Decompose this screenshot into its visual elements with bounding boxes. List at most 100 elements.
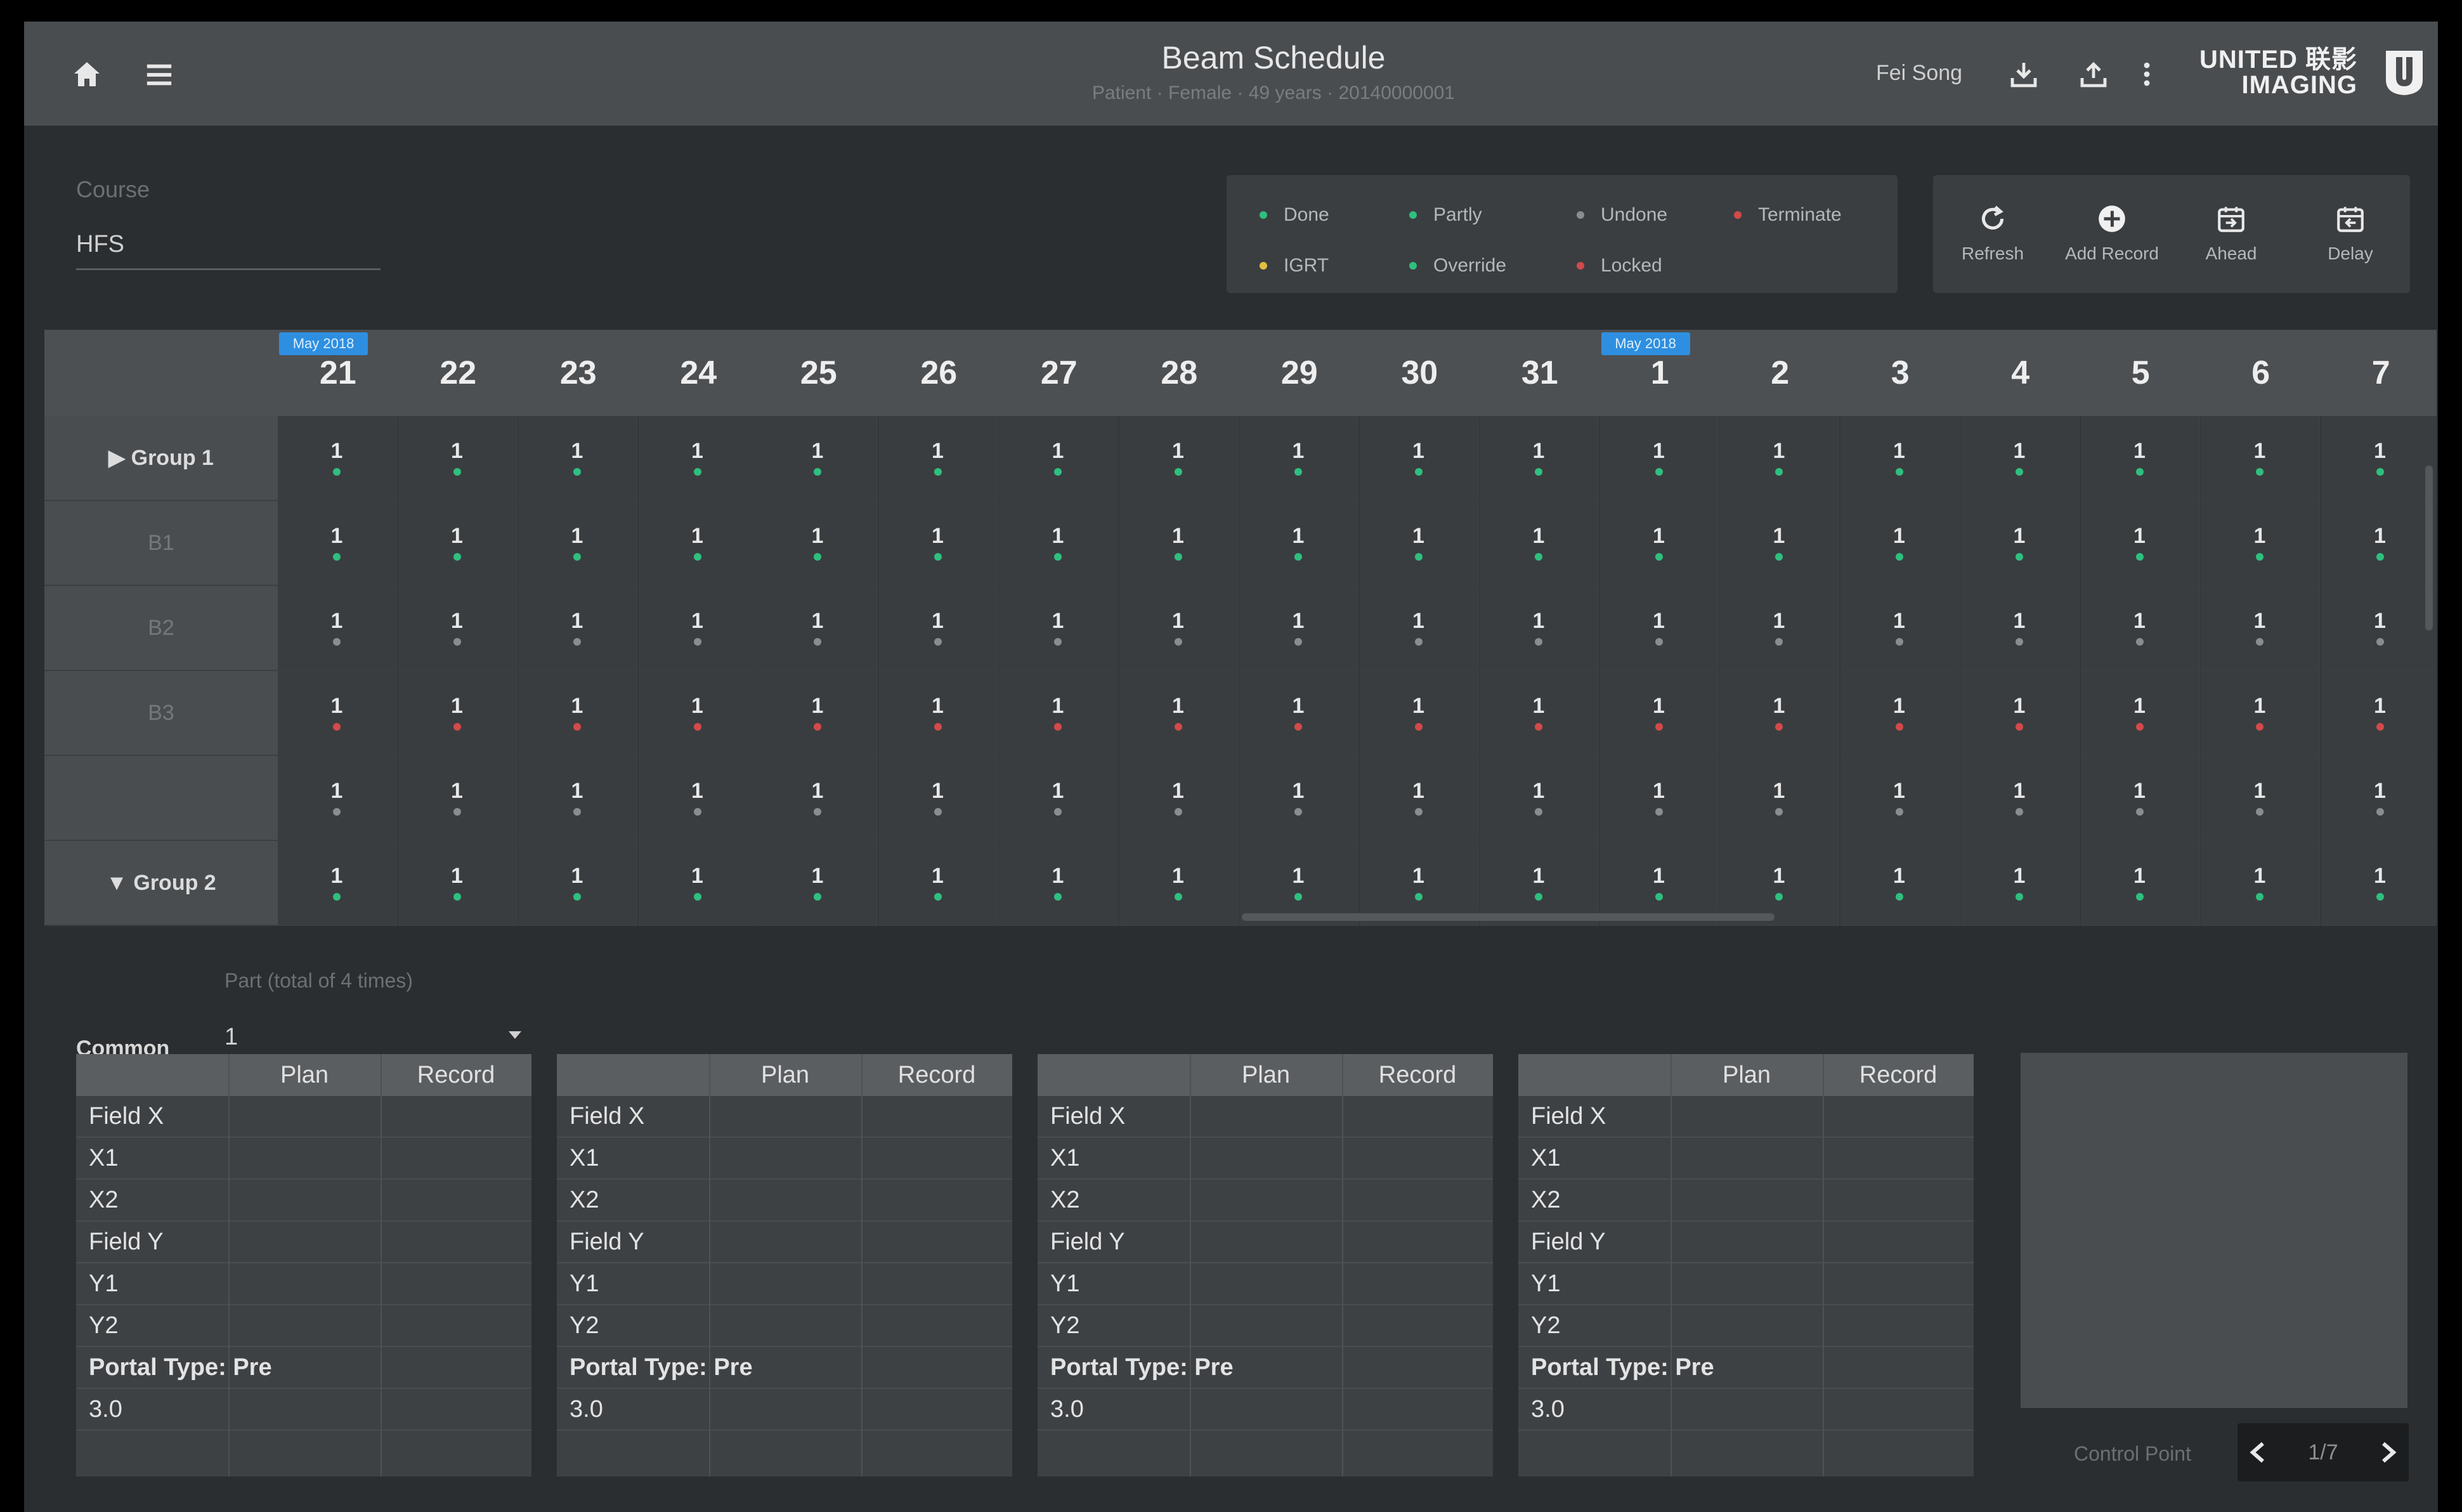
schedule-cell[interactable]: 1: [518, 671, 637, 756]
schedule-cell[interactable]: 1: [999, 586, 1118, 671]
schedule-cell[interactable]: 1: [1840, 501, 1960, 586]
schedule-cell[interactable]: 1: [638, 501, 758, 586]
schedule-cell[interactable]: 1: [2321, 756, 2437, 841]
schedule-cell[interactable]: 1: [878, 586, 998, 671]
schedule-cell[interactable]: 1: [878, 841, 998, 926]
schedule-cell[interactable]: 1: [759, 586, 878, 671]
schedule-cell[interactable]: 1: [2201, 756, 2320, 841]
schedule-cell[interactable]: 1: [1840, 586, 1960, 671]
schedule-cell[interactable]: 1: [2201, 416, 2320, 501]
schedule-cell[interactable]: 1: [878, 501, 998, 586]
ahead-button[interactable]: Ahead: [2172, 175, 2291, 293]
add-record-button[interactable]: Add Record: [2052, 175, 2172, 293]
schedule-cell[interactable]: 1: [2321, 841, 2437, 926]
row-header[interactable]: B1: [44, 501, 278, 586]
common-select[interactable]: 1: [225, 1015, 529, 1059]
schedule-cell[interactable]: 1: [2321, 586, 2437, 671]
schedule-cell[interactable]: 1: [878, 756, 998, 841]
schedule-cell[interactable]: 1: [1960, 416, 2080, 501]
schedule-cell[interactable]: 1: [1720, 501, 1839, 586]
schedule-cell[interactable]: 1: [1119, 756, 1239, 841]
schedule-cell[interactable]: 1: [1119, 416, 1239, 501]
schedule-cell[interactable]: 1: [1239, 586, 1358, 671]
schedule-cell[interactable]: 1: [398, 501, 518, 586]
schedule-cell[interactable]: 1: [759, 416, 878, 501]
schedule-cell[interactable]: 1: [1480, 501, 1599, 586]
schedule-cell[interactable]: 1: [1480, 756, 1599, 841]
schedule-cell[interactable]: 1: [398, 671, 518, 756]
schedule-cell[interactable]: 1: [1960, 841, 2080, 926]
schedule-cell[interactable]: 1: [1720, 586, 1839, 671]
schedule-cell[interactable]: 1: [999, 501, 1118, 586]
schedule-cell[interactable]: 1: [2321, 416, 2437, 501]
schedule-cell[interactable]: 1: [1359, 586, 1479, 671]
schedule-cell[interactable]: 1: [278, 586, 397, 671]
schedule-cell[interactable]: 1: [1239, 416, 1358, 501]
delay-button[interactable]: Delay: [2291, 175, 2410, 293]
schedule-cell[interactable]: 1: [1480, 416, 1599, 501]
schedule-cell[interactable]: 1: [1960, 586, 2080, 671]
schedule-cell[interactable]: 1: [2201, 841, 2320, 926]
home-icon[interactable]: [65, 52, 109, 96]
schedule-cell[interactable]: 1: [1840, 756, 1960, 841]
schedule-cell[interactable]: 1: [2321, 671, 2437, 756]
schedule-cell[interactable]: 1: [1599, 586, 1719, 671]
schedule-cell[interactable]: 1: [2080, 756, 2200, 841]
schedule-cell[interactable]: 1: [1239, 671, 1358, 756]
schedule-cell[interactable]: 1: [1359, 416, 1479, 501]
schedule-cell[interactable]: 1: [1480, 586, 1599, 671]
schedule-cell[interactable]: 1: [999, 671, 1118, 756]
schedule-cell[interactable]: 1: [999, 416, 1118, 501]
schedule-cell[interactable]: 1: [2201, 501, 2320, 586]
schedule-cell[interactable]: 1: [1960, 756, 2080, 841]
schedule-cell[interactable]: 1: [1599, 756, 1719, 841]
schedule-cell[interactable]: 1: [2080, 416, 2200, 501]
schedule-cell[interactable]: 1: [759, 841, 878, 926]
schedule-cell[interactable]: 1: [1720, 416, 1839, 501]
schedule-cell[interactable]: 1: [638, 756, 758, 841]
schedule-cell[interactable]: 1: [1599, 416, 1719, 501]
schedule-cell[interactable]: 1: [759, 501, 878, 586]
row-header[interactable]: ▶ Group 1: [44, 416, 278, 501]
schedule-cell[interactable]: 1: [1960, 501, 2080, 586]
schedule-cell[interactable]: 1: [518, 416, 637, 501]
row-header[interactable]: B2: [44, 586, 278, 671]
row-header[interactable]: ▼ Group 2: [44, 841, 278, 926]
schedule-cell[interactable]: 1: [398, 841, 518, 926]
schedule-cell[interactable]: 1: [278, 841, 397, 926]
row-header[interactable]: [44, 756, 278, 841]
schedule-cell[interactable]: 1: [518, 501, 637, 586]
schedule-cell[interactable]: 1: [1119, 501, 1239, 586]
schedule-cell[interactable]: 1: [638, 671, 758, 756]
download-icon[interactable]: [2002, 52, 2046, 96]
schedule-cell[interactable]: 1: [878, 671, 998, 756]
schedule-cell[interactable]: 1: [999, 756, 1118, 841]
schedule-cell[interactable]: 1: [1599, 501, 1719, 586]
schedule-cell[interactable]: 1: [1359, 671, 1479, 756]
schedule-cell[interactable]: 1: [2321, 501, 2437, 586]
schedule-cell[interactable]: 1: [2080, 841, 2200, 926]
schedule-cell[interactable]: 1: [1480, 671, 1599, 756]
schedule-cell[interactable]: 1: [1840, 841, 1960, 926]
schedule-cell[interactable]: 1: [638, 841, 758, 926]
schedule-cell[interactable]: 1: [278, 671, 397, 756]
schedule-cell[interactable]: 1: [2080, 671, 2200, 756]
schedule-cell[interactable]: 1: [398, 586, 518, 671]
schedule-cell[interactable]: 1: [2201, 671, 2320, 756]
schedule-cell[interactable]: 1: [2080, 586, 2200, 671]
schedule-cell[interactable]: 1: [398, 756, 518, 841]
schedule-cell[interactable]: 1: [1840, 416, 1960, 501]
next-page-button[interactable]: [2380, 1441, 2397, 1464]
schedule-cell[interactable]: 1: [1960, 671, 2080, 756]
schedule-cell[interactable]: 1: [518, 586, 637, 671]
row-header[interactable]: B3: [44, 671, 278, 756]
schedule-cell[interactable]: 1: [278, 756, 397, 841]
schedule-cell[interactable]: 1: [398, 416, 518, 501]
schedule-cell[interactable]: 1: [1239, 501, 1358, 586]
menu-icon[interactable]: [137, 52, 181, 96]
refresh-button[interactable]: Refresh: [1933, 175, 2052, 293]
schedule-cell[interactable]: 1: [518, 756, 637, 841]
vertical-scrollbar[interactable]: [2425, 466, 2433, 630]
schedule-cell[interactable]: 1: [1720, 756, 1839, 841]
schedule-cell[interactable]: 1: [1359, 756, 1479, 841]
